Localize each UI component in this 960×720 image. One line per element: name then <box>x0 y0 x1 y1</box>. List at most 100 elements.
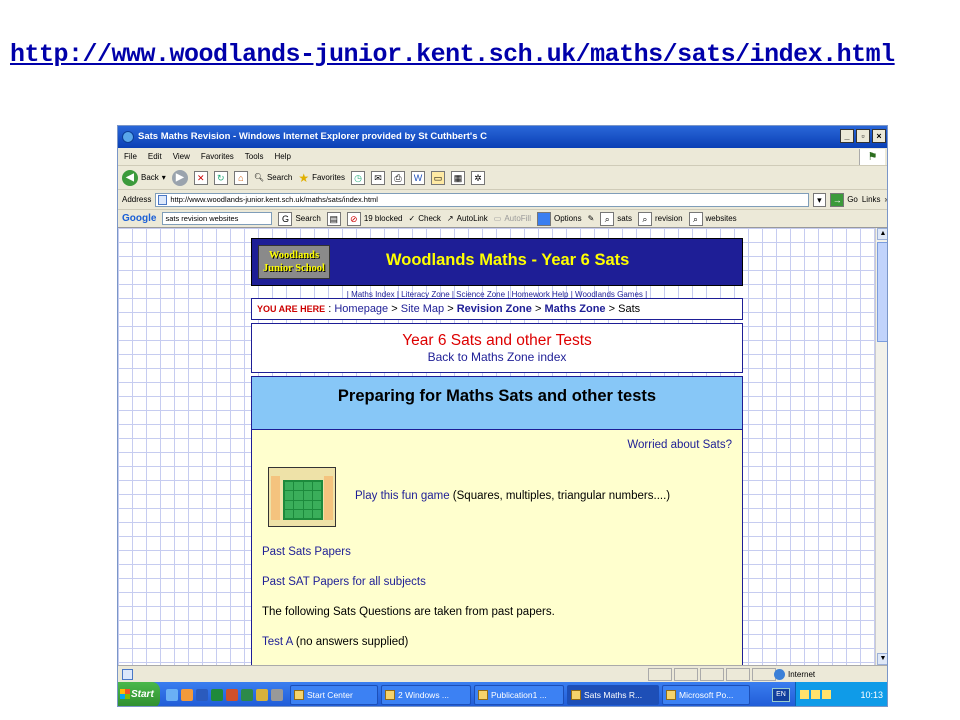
check-label: Check <box>418 214 441 223</box>
past-sats-papers-link[interactable]: Past Sats Papers <box>262 546 351 558</box>
term-search-icon: ⌕ <box>688 211 703 226</box>
slide-url-link[interactable]: http://www.woodlands-junior.kent.sch.uk/… <box>10 40 895 69</box>
ie-quicklaunch-icon[interactable] <box>166 689 178 701</box>
word-quicklaunch-icon[interactable] <box>196 689 208 701</box>
breadcrumb-maths-zone[interactable]: Maths Zone <box>544 303 605 315</box>
past-sat-all-subjects-link[interactable]: Past SAT Papers for all subjects <box>262 576 426 588</box>
school-logo[interactable]: Woodlands Junior School <box>258 245 330 279</box>
web-page-viewport: Woodlands Junior School Woodlands Maths … <box>118 228 875 665</box>
google-logo[interactable]: Google <box>122 213 156 224</box>
page-heading: Year 6 Sats and other Tests <box>402 332 592 349</box>
past-sats-papers-line: Past Sats Papers <box>262 546 351 558</box>
home-icon[interactable]: ⌂ <box>233 170 248 185</box>
desktop-icon[interactable] <box>256 689 268 701</box>
vertical-scrollbar[interactable]: ▲ ▼ <box>875 228 887 665</box>
popup-blocker[interactable]: ⊘ 19 blocked <box>346 211 403 226</box>
back-arrow-icon: ◀ <box>122 169 138 186</box>
blocked-label: 19 blocked <box>363 214 403 223</box>
powerpoint-icon[interactable] <box>226 689 238 701</box>
stop-icon[interactable]: ✕ <box>193 170 208 185</box>
menu-edit[interactable]: Edit <box>148 148 162 165</box>
scroll-thumb[interactable] <box>877 242 887 342</box>
maximize-button[interactable]: ▫ <box>856 129 870 143</box>
start-button[interactable]: Start <box>118 682 160 706</box>
language-indicator[interactable]: EN <box>772 688 790 702</box>
minimize-button[interactable]: _ <box>840 129 854 143</box>
menu-file[interactable]: File <box>124 148 137 165</box>
breadcrumb-revision-zone[interactable]: Revision Zone <box>457 303 532 315</box>
go-button[interactable]: → Go <box>830 192 858 207</box>
zone-label: Internet <box>788 670 816 679</box>
menu-tools[interactable]: Tools <box>245 148 264 165</box>
ie-icon <box>122 131 134 143</box>
mail-icon[interactable]: ✉ <box>371 170 385 185</box>
tray-icon[interactable] <box>822 690 831 699</box>
research-icon[interactable]: ▦ <box>451 170 465 185</box>
test-a-link[interactable]: Test A <box>262 636 293 648</box>
checkmark-icon: ✓ <box>408 214 416 223</box>
tray-icons <box>800 690 831 699</box>
standard-toolbar: ◀ Back ▾ ▶ ✕ ↻ ⌂ 🔍︎ Search ★ Favorites ◷… <box>118 166 887 190</box>
play-game-line: Play this fun game (Squares, multiples, … <box>355 490 670 502</box>
term-sats[interactable]: ⌕ sats <box>600 211 632 226</box>
breadcrumb-homepage[interactable]: Homepage <box>334 303 388 315</box>
task-microsoft-powerpoint[interactable]: Microsoft Po... <box>662 685 750 705</box>
options-button[interactable]: Options <box>537 211 582 226</box>
task-label: 2 Windows ... <box>398 690 450 700</box>
task-label: Publication1 ... <box>491 690 547 700</box>
google-search-input[interactable]: sats revision websites <box>162 212 273 225</box>
favorites-button[interactable]: ★ Favorites <box>298 171 345 185</box>
more-icon[interactable] <box>271 689 283 701</box>
highlighter-icon[interactable]: ✎ <box>588 214 595 223</box>
term-revision[interactable]: ⌕ revision <box>637 211 683 226</box>
folder-icon[interactable]: ▭ <box>431 170 445 185</box>
task-sats-maths[interactable]: Sats Maths R... <box>567 685 659 705</box>
term-websites[interactable]: ⌕ websites <box>688 211 737 226</box>
menu-favorites[interactable]: Favorites <box>201 148 234 165</box>
word-icon[interactable]: W <box>411 170 425 185</box>
spell-check-button[interactable]: ✓ Check <box>409 214 441 223</box>
address-input[interactable]: http://www.woodlands-junior.kent.sch.uk/… <box>155 192 809 207</box>
page-icon <box>158 194 168 205</box>
quick-launch <box>166 689 283 701</box>
past-sat-all-line: Past SAT Papers for all subjects <box>262 576 426 588</box>
scroll-down-icon[interactable]: ▼ <box>877 653 887 665</box>
page-content: Woodlands Junior School Woodlands Maths … <box>251 238 743 665</box>
address-dropdown-icon[interactable]: ▾ <box>812 192 827 207</box>
search-button[interactable]: 🔍︎ Search <box>254 173 293 182</box>
autofill-button[interactable]: ▭ AutoFill <box>494 214 531 223</box>
refresh-icon[interactable]: ↻ <box>213 170 228 185</box>
forward-button[interactable]: ▶ <box>171 169 188 186</box>
security-zone: Internet <box>772 666 815 683</box>
test-a-line: Test A (no answers supplied) <box>262 636 408 648</box>
tray-icon[interactable] <box>811 690 820 699</box>
play-game-link[interactable]: Play this fun game <box>355 490 450 502</box>
print-icon[interactable]: ⎙ <box>391 170 405 185</box>
tray-icon[interactable] <box>800 690 809 699</box>
pagerank-icon[interactable]: ▤ <box>326 211 341 226</box>
messenger-icon[interactable]: ✲ <box>471 170 485 185</box>
links-label[interactable]: Links <box>862 195 881 204</box>
worried-link[interactable]: Worried about Sats? <box>627 439 732 451</box>
history-icon[interactable]: ◷ <box>351 170 365 185</box>
clock: 10:13 <box>860 690 883 700</box>
google-search-button[interactable]: G Search <box>278 211 321 226</box>
menu-view[interactable]: View <box>173 148 190 165</box>
firefox-icon[interactable] <box>181 689 193 701</box>
task-start-center[interactable]: Start Center <box>290 685 378 705</box>
g-icon: G <box>278 211 293 226</box>
back-button[interactable]: ◀ Back ▾ <box>122 169 166 186</box>
autolink-button[interactable]: ↗ AutoLink <box>447 214 488 223</box>
task-windows-group[interactable]: 2 Windows ... <box>381 685 471 705</box>
task-icon <box>571 690 581 700</box>
breadcrumb-site-map[interactable]: Site Map <box>401 303 444 315</box>
scroll-up-icon[interactable]: ▲ <box>877 228 887 240</box>
menu-bar: File Edit View Favorites Tools Help ⚑ <box>118 148 887 166</box>
excel-icon[interactable] <box>211 689 223 701</box>
close-button[interactable]: × <box>872 129 886 143</box>
publisher-icon[interactable] <box>241 689 253 701</box>
task-publication[interactable]: Publication1 ... <box>474 685 564 705</box>
menu-help[interactable]: Help <box>274 148 290 165</box>
back-to-maths-link[interactable]: Back to Maths Zone index <box>252 350 742 364</box>
game-thumbnail[interactable] <box>268 467 336 527</box>
